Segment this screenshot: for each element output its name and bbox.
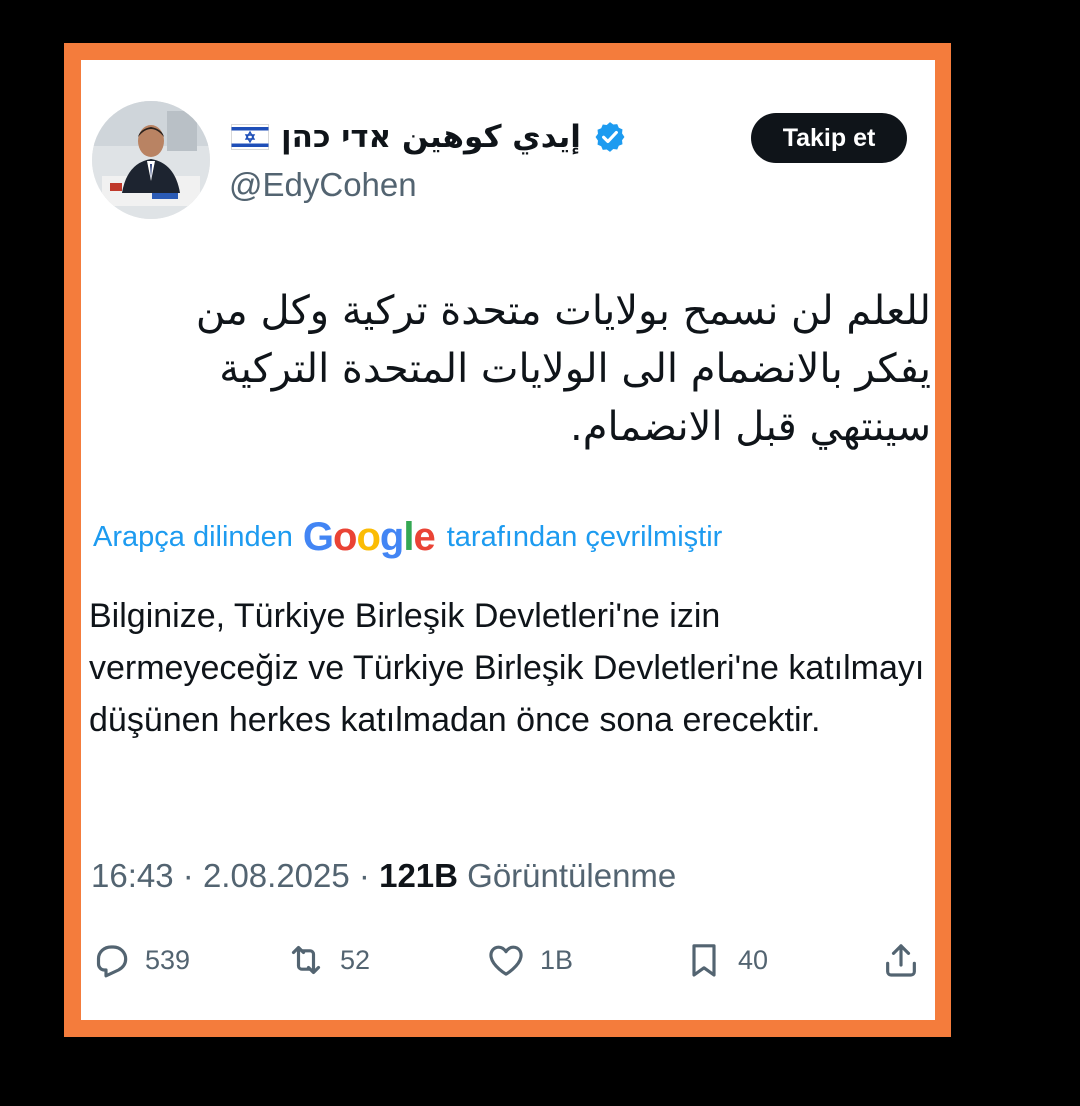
bookmark-icon xyxy=(692,944,716,977)
translation-prefix: Arapça dilinden xyxy=(93,520,293,553)
bookmark-button[interactable]: 40 xyxy=(684,935,768,985)
tweet-original-text: للعلم لن نسمح بولايات متحدة تركية وكل من… xyxy=(195,288,931,450)
google-letter-g2: g xyxy=(379,514,404,559)
meta-separator: · xyxy=(182,857,203,894)
like-button[interactable]: 1B xyxy=(486,935,573,985)
tweet-card: إيدي كوهين אדי כהן @EdyCohen Takip et لل… xyxy=(81,60,935,1020)
bookmark-count: 40 xyxy=(738,944,769,975)
google-letter-o1: o xyxy=(333,514,357,559)
israel-flag-icon xyxy=(231,124,269,150)
views-label: Görüntülenme xyxy=(467,857,677,894)
author-display-name[interactable]: إيدي كوهين אדי כהן xyxy=(281,119,581,155)
repost-button[interactable]: 52 xyxy=(286,935,370,985)
orange-frame: إيدي كوهين אדי כהן @EdyCohen Takip et لل… xyxy=(64,43,951,1037)
tweet-meta: 16:43 · 2.08.2025 · 121B Görüntülenme xyxy=(91,857,676,895)
like-count: 1B xyxy=(540,944,574,975)
author-name-row: إيدي كوهين אדי כהן xyxy=(231,115,627,159)
avatar[interactable] xyxy=(92,101,210,219)
reply-count: 539 xyxy=(145,944,191,975)
share-button[interactable] xyxy=(881,935,921,985)
tweet-actions: 539 52 1B 40 xyxy=(91,935,926,985)
views-count: 121B xyxy=(379,857,458,894)
translation-suffix: tarafından çevrilmiştir xyxy=(446,520,723,553)
translation-attribution[interactable]: Arapça dilinden Google tarafından çevril… xyxy=(93,512,722,562)
google-logo-icon: Google xyxy=(302,514,436,560)
tweet-time[interactable]: 16:43 xyxy=(91,857,174,894)
google-letter-o2: o xyxy=(356,514,380,559)
reply-button[interactable]: 539 xyxy=(91,935,190,985)
repost-icon xyxy=(291,945,321,975)
share-icon xyxy=(886,944,916,977)
heart-icon xyxy=(489,945,523,976)
google-letter-e: e xyxy=(413,514,435,559)
meta-separator: · xyxy=(358,857,380,894)
reply-icon xyxy=(96,945,128,978)
tweet-translated-text: Bilginize, Türkiye Birleşik Devletleri'n… xyxy=(89,597,925,739)
google-letter-g: G xyxy=(302,514,334,559)
author-handle[interactable]: @EdyCohen xyxy=(229,166,417,204)
follow-button[interactable]: Takip et xyxy=(751,113,907,163)
tweet-date[interactable]: 2.08.2025 xyxy=(203,857,350,894)
profile-photo-icon xyxy=(92,101,210,219)
google-letter-l: l xyxy=(403,514,414,559)
verified-badge-icon xyxy=(593,120,627,154)
repost-count: 52 xyxy=(340,944,371,975)
